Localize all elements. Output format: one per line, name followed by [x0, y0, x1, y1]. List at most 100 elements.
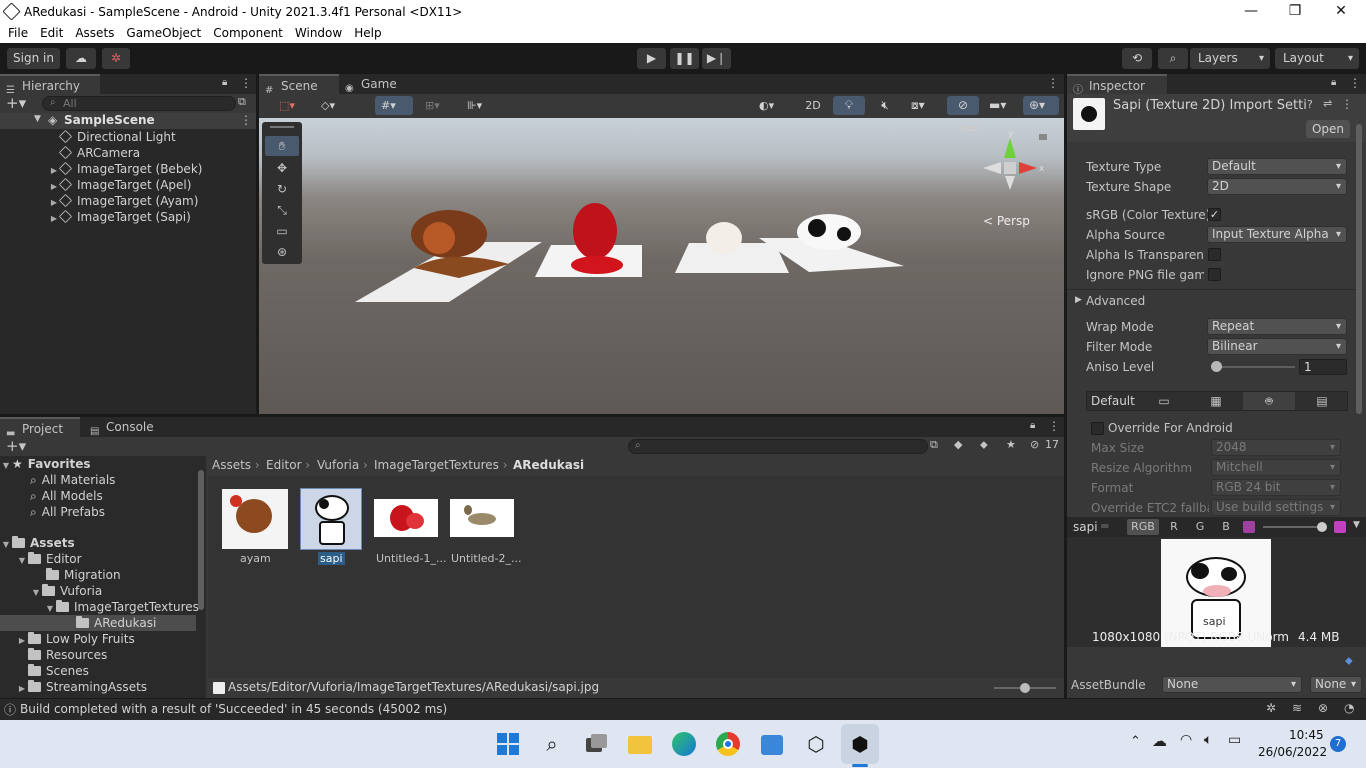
max-size-dropdown[interactable]: 2048 — [1211, 439, 1341, 456]
projection-label[interactable]: < Persp — [983, 214, 1030, 228]
maximize-button[interactable]: ❐ — [1272, 0, 1318, 24]
move-tool-icon[interactable]: ✥ — [265, 158, 299, 178]
advanced-foldout[interactable]: Advanced — [1086, 294, 1145, 308]
menu-gameobject[interactable]: GameObject — [120, 24, 207, 42]
hidden-packages-icon[interactable]: ⊘ — [1030, 438, 1039, 451]
assetbundle-dropdown[interactable]: None — [1162, 676, 1302, 693]
filter-by-label-icon[interactable]: ⬥ — [980, 438, 988, 452]
tab-hierarchy[interactable]: ☰ Hierarchy — [0, 74, 100, 96]
channel-g-button[interactable]: G — [1189, 519, 1211, 535]
collab-icon[interactable]: ✲ — [102, 48, 130, 69]
x-axis-cone[interactable] — [1019, 162, 1037, 174]
expand-arrow-icon[interactable]: ▼ — [0, 458, 12, 474]
favorites-row[interactable]: ▼ ★ Favorites — [0, 456, 91, 474]
search-icon[interactable]: ⌕ — [1158, 48, 1188, 69]
menu-help[interactable]: Help — [348, 24, 387, 42]
scene-viewport[interactable]: ✋︎ ✥ ↻ ⤡ ▭ ⊛ y x < Persp — [259, 118, 1064, 414]
menu-file[interactable]: File — [2, 24, 34, 42]
wrap-mode-dropdown[interactable]: Repeat — [1207, 318, 1347, 335]
platform-tab-standalone-icon[interactable]: ▭ — [1139, 392, 1189, 410]
menu-edit[interactable]: Edit — [34, 24, 69, 42]
icon-size-slider-thumb[interactable] — [1020, 683, 1030, 693]
lighting-toggle-icon[interactable]: 💡︎ — [833, 96, 865, 115]
filter-mode-dropdown[interactable]: Bilinear — [1207, 338, 1347, 355]
layout-dropdown[interactable]: Layout — [1275, 48, 1359, 69]
breadcrumb-item[interactable]: Editor › — [266, 458, 310, 472]
volume-icon[interactable]: 🔈︎ — [1204, 732, 1212, 748]
create-icon[interactable]: +▾ — [6, 437, 26, 455]
notification-badge[interactable]: 7 — [1330, 736, 1346, 752]
folder-item[interactable]: Migration — [34, 567, 121, 583]
add-icon[interactable]: +▾ — [6, 94, 26, 112]
play-button[interactable]: ▶ — [637, 48, 666, 69]
cow-model[interactable] — [797, 214, 861, 250]
aniso-slider-track[interactable] — [1211, 366, 1295, 368]
gizmo-center[interactable] — [1004, 162, 1016, 174]
neg-x-cone[interactable] — [983, 162, 1001, 174]
search-icon[interactable]: ⌕ — [538, 730, 566, 758]
search-by-type-icon[interactable]: ⧉ — [930, 438, 938, 452]
expand-arrow-icon[interactable]: ▼ — [16, 553, 28, 569]
override-android-checkbox[interactable] — [1091, 422, 1104, 435]
overlay-menu-icon[interactable] — [961, 126, 977, 128]
lock-icon[interactable]: 🔒︎ — [1030, 420, 1035, 431]
chevron-up-icon[interactable]: ⌃ — [1130, 734, 1141, 749]
breadcrumb-item[interactable]: Assets › — [212, 458, 260, 472]
assets-row[interactable]: ▼ Assets — [0, 535, 75, 551]
lock-icon[interactable]: 🔒︎ — [1331, 77, 1336, 88]
onedrive-cloud-icon[interactable]: ☁ — [1152, 732, 1167, 750]
platform-tab-android-icon[interactable]: 🤖︎ — [1243, 392, 1295, 410]
hierarchy-item[interactable]: ▶ ImageTarget (Apel) — [48, 177, 191, 193]
asset-thumbnail-untitled-2[interactable] — [450, 499, 514, 537]
store-icon[interactable] — [758, 730, 786, 758]
hierarchy-search-input[interactable]: ⌕ All — [42, 96, 236, 111]
y-axis-cone[interactable] — [1004, 138, 1016, 158]
progress-icon[interactable]: ◔ — [1344, 701, 1354, 715]
apple-model[interactable] — [573, 203, 617, 259]
breadcrumb-item[interactable]: ARedukasi — [513, 458, 584, 472]
channel-r-button[interactable]: R — [1163, 519, 1185, 535]
effects-icon[interactable]: ⧇▾ — [905, 96, 941, 115]
alpha-channel-icon[interactable] — [1243, 521, 1255, 533]
more-options-icon[interactable]: ⋮ — [1349, 76, 1361, 90]
palette-handle[interactable] — [270, 126, 294, 128]
breadcrumb-item[interactable]: Vuforia › — [317, 458, 368, 472]
expand-arrow-icon[interactable]: ▶ — [48, 211, 60, 227]
shading-mode-icon[interactable]: ◐▾ — [753, 96, 793, 115]
platform-tab-other-icon[interactable]: ▤ — [1297, 392, 1347, 410]
assetbundle-variant-dropdown[interactable]: None — [1310, 676, 1362, 693]
breadcrumb-item[interactable]: ImageTargetTextures › — [374, 458, 508, 472]
windows-start-icon[interactable] — [494, 730, 522, 758]
expand-arrow-icon[interactable]: ▶ — [16, 681, 28, 697]
pause-button[interactable]: ❚❚ — [670, 48, 699, 69]
format-dropdown[interactable]: RGB 24 bit — [1211, 479, 1341, 496]
2d-toggle-button[interactable]: 2D — [797, 96, 829, 115]
battery-icon[interactable]: ▭ — [1228, 732, 1241, 748]
etc2-fallback-dropdown[interactable]: Use build settings — [1211, 499, 1341, 516]
scale-tool-icon[interactable]: ⤡ — [265, 200, 299, 220]
component-menu-icon[interactable]: ⋮ — [1341, 97, 1353, 111]
more-options-icon[interactable]: ⋮ — [1047, 76, 1059, 90]
task-view-icon[interactable] — [582, 730, 610, 758]
grid-snap-icon[interactable]: #▾ — [375, 96, 413, 115]
gizmos-icon[interactable]: ⊕▾ — [1023, 96, 1059, 115]
folder-item[interactable]: Scenes — [16, 663, 89, 679]
audio-toggle-icon[interactable]: 🔇︎ — [869, 96, 901, 115]
checker-icon[interactable] — [1334, 521, 1346, 533]
asset-thumbnail-untitled-1[interactable] — [374, 499, 438, 537]
step-button[interactable]: ▶❘ — [702, 48, 731, 69]
expand-arrow-icon[interactable]: ▼ — [34, 114, 41, 124]
more-options-icon[interactable]: ⋮ — [1048, 419, 1060, 433]
close-button[interactable]: ✕ — [1318, 0, 1364, 24]
filter-by-type-icon[interactable]: ◆ — [954, 438, 962, 451]
transform-tool-icon[interactable]: ⊛ — [265, 242, 299, 262]
rect-tool-icon[interactable]: ▭ — [265, 221, 299, 241]
favorite-item[interactable]: ⌕ All Models — [30, 488, 103, 504]
channel-rgb-button[interactable]: RGB — [1127, 519, 1159, 535]
hand-tool-icon[interactable]: ✋︎ — [265, 136, 299, 156]
unity-editor-icon[interactable]: ⬢ — [846, 730, 874, 758]
camera-icon[interactable]: ▬▾ — [983, 96, 1019, 115]
platform-tab-webgl-icon[interactable]: ▦ — [1191, 392, 1241, 410]
hidden-objects-icon[interactable]: ⊘ — [947, 96, 979, 115]
asset-thumbnail-sapi[interactable] — [300, 488, 362, 550]
